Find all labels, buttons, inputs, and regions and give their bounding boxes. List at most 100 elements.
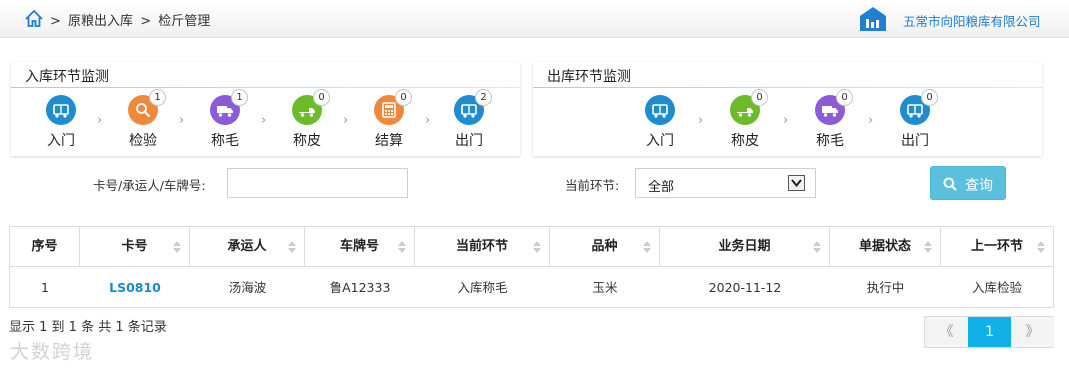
chevron-right-icon: › (783, 113, 789, 128)
sort-icon (813, 241, 821, 253)
stage-label: 当前环节: (565, 178, 620, 193)
sort-icon (924, 241, 932, 253)
step-settlement[interactable]: 0 结算 (361, 89, 417, 153)
panel-title: 出库环节监测 (547, 69, 631, 85)
chevron-right-icon: › (868, 113, 874, 128)
count-badge: 0 (921, 89, 938, 106)
inbound-monitor-panel: 入库环节监测 入门 › 1 检验 › 1 称毛 › 0 称皮 › 0 结算 › … (11, 62, 520, 156)
search-icon (943, 177, 957, 191)
cell-plate: 鲁A12333 (329, 280, 391, 295)
chevron-right-icon: › (97, 113, 103, 128)
query-button[interactable]: 查询 (930, 166, 1006, 200)
chevron-right-icon: › (179, 113, 185, 128)
step-tare-weigh[interactable]: 0 称皮 (279, 89, 335, 153)
chevron-down-icon[interactable] (788, 175, 805, 191)
breadcrumb-item-grain-io[interactable]: 原粮出入库 (68, 14, 133, 29)
search-input[interactable] (227, 168, 408, 198)
column-header-plate[interactable]: 车牌号 (305, 227, 415, 267)
step-label: 称皮 (293, 133, 321, 149)
step-inspection[interactable]: 1 检验 (115, 89, 171, 153)
step-in-gate[interactable]: 入门 (632, 93, 688, 153)
column-label: 当前环节 (455, 239, 508, 254)
cell-variety: 玉米 (592, 280, 618, 295)
chevron-right-icon: › (425, 113, 431, 128)
query-button-label: 查询 (965, 178, 993, 194)
warehouse-icon (860, 7, 886, 31)
sort-icon (643, 241, 651, 253)
chevron-right-icon: › (343, 113, 349, 128)
column-header-previous-stage[interactable]: 上一环节 (941, 227, 1053, 267)
breadcrumb-item-weighing: 检斤管理 (158, 14, 211, 29)
step-gross-weigh[interactable]: 0 称毛 (802, 89, 858, 153)
pagination: 《 1 》 (924, 316, 1054, 348)
prev-page-button[interactable]: 《 (925, 317, 968, 347)
column-header-variety[interactable]: 品种 (550, 227, 660, 267)
count-badge: 1 (231, 89, 248, 106)
sort-icon (533, 241, 541, 253)
column-label: 业务日期 (718, 239, 771, 254)
table-row[interactable]: 1 LS0810 汤海波 鲁A12333 入库称毛 玉米 2020-11-12 … (10, 268, 1053, 308)
breadcrumb: > 原粮出入库 > 检斤管理 (50, 10, 213, 29)
divider (533, 87, 1042, 88)
column-header-business-date[interactable]: 业务日期 (660, 227, 830, 267)
stage-select-value: 全部 (648, 180, 675, 195)
cell-previous-stage: 入库检验 (971, 280, 1022, 295)
column-label: 序号 (31, 239, 58, 254)
step-gross-weigh[interactable]: 1 称毛 (197, 89, 253, 153)
column-label: 单据状态 (858, 239, 911, 254)
chevron-right-icon: › (261, 113, 267, 128)
page-button-current[interactable]: 1 (968, 317, 1011, 347)
step-in-gate[interactable]: 入门 (33, 93, 89, 153)
step-tare-weigh[interactable]: 0 称皮 (717, 89, 773, 153)
step-label: 结算 (375, 133, 403, 149)
step-label: 入门 (646, 133, 674, 149)
watermark: 大数跨境 (10, 341, 95, 363)
breadcrumb-separator: > (50, 14, 61, 29)
card-number-link[interactable]: LS0810 (80, 268, 190, 308)
next-page-button[interactable]: 》 (1011, 317, 1054, 347)
panel-title: 入库环节监测 (25, 69, 109, 85)
count-badge: 0 (395, 89, 412, 106)
step-label: 出门 (901, 133, 929, 149)
search-label: 卡号/承运人/车牌号: (93, 178, 206, 193)
step-label: 称毛 (211, 133, 239, 149)
sort-icon (398, 241, 406, 253)
count-badge: 2 (475, 89, 492, 106)
column-label: 卡号 (121, 239, 148, 254)
company-name: 五常市向阳粮库有限公司 (903, 14, 1041, 29)
gate-icon (46, 95, 76, 125)
step-label: 称皮 (731, 133, 759, 149)
record-summary: 显示 1 到 1 条 共 1 条记录 (9, 320, 167, 335)
column-label: 车牌号 (339, 239, 379, 254)
cell-doc-status: 执行中 (866, 280, 905, 295)
step-out-gate[interactable]: 0 出门 (887, 89, 943, 153)
step-label: 出门 (455, 133, 483, 149)
table-header: 序号 卡号 承运人 车牌号 当前环节 品种 业务日期 单据状态 上一环节 (10, 227, 1053, 267)
cell-business-date: 2020-11-12 (708, 280, 782, 295)
step-label: 称毛 (816, 133, 844, 149)
home-icon[interactable] (24, 9, 44, 29)
column-header-carrier[interactable]: 承运人 (190, 227, 305, 267)
outbound-monitor-panel: 出库环节监测 入门 › 0 称皮 › 0 称毛 › 0 出门 (533, 62, 1042, 156)
top-bar: > 原粮出入库 > 检斤管理 五常市向阳粮库有限公司 (0, 0, 1069, 38)
sort-icon (173, 241, 181, 253)
step-label: 检验 (129, 133, 157, 149)
column-label: 品种 (591, 239, 618, 254)
chevron-right-icon: › (698, 113, 704, 128)
stage-select[interactable]: 全部 (635, 168, 816, 198)
count-badge: 0 (313, 89, 330, 106)
count-badge: 1 (149, 89, 166, 106)
step-label: 入门 (47, 133, 75, 149)
divider (11, 87, 520, 88)
column-header-card[interactable]: 卡号 (80, 227, 190, 267)
column-header-current-stage[interactable]: 当前环节 (415, 227, 550, 267)
sort-icon (288, 241, 296, 253)
count-badge: 0 (751, 89, 768, 106)
column-label: 承运人 (227, 239, 267, 254)
column-header-doc-status[interactable]: 单据状态 (830, 227, 941, 267)
gate-icon (645, 95, 675, 125)
step-out-gate[interactable]: 2 出门 (441, 89, 497, 153)
records-table: 序号 卡号 承运人 车牌号 当前环节 品种 业务日期 单据状态 上一环节 1 L… (9, 226, 1054, 308)
column-header-index[interactable]: 序号 (10, 227, 80, 267)
breadcrumb-separator: > (140, 14, 152, 29)
